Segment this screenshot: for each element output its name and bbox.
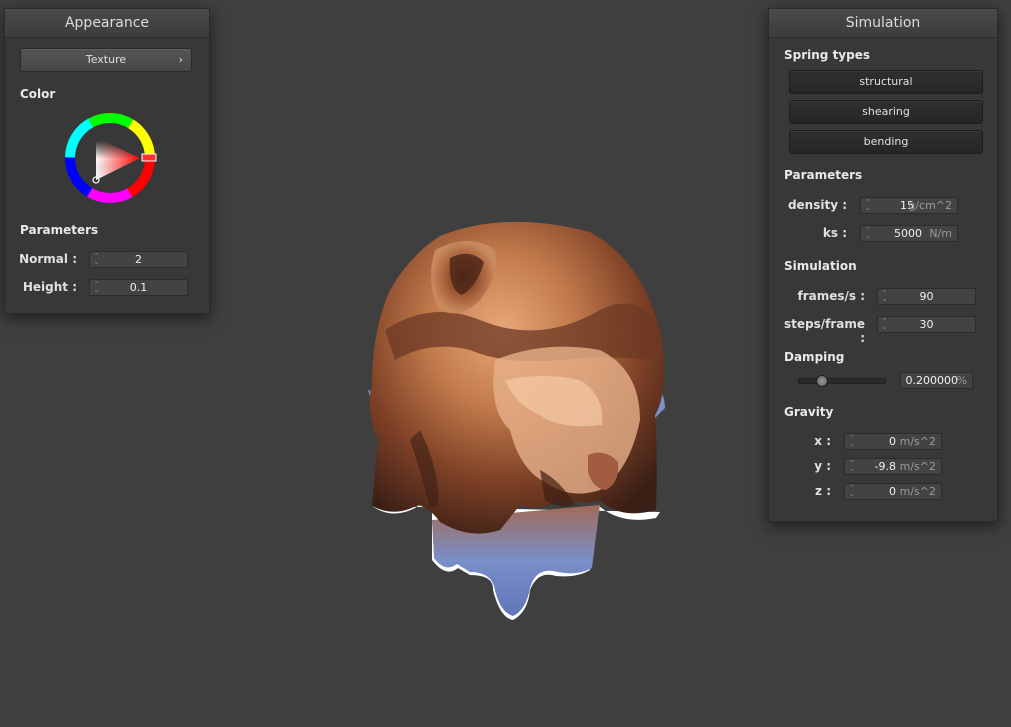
gravity-title: Gravity <box>784 405 834 419</box>
gravity-y-label: y : <box>814 459 831 473</box>
saturation-triangle[interactable] <box>96 138 140 180</box>
shearing-button[interactable]: shearing <box>789 100 983 124</box>
ks-unit: N/m <box>929 227 952 240</box>
damping-title: Damping <box>784 350 845 364</box>
ks-value: 5000 <box>894 227 922 240</box>
spring-types-title: Spring types <box>784 48 871 62</box>
spinner-icon[interactable]: ⌃ ⌄ <box>864 199 871 212</box>
fps-value: 90 <box>919 290 934 303</box>
spinner-icon[interactable]: ⌃ ⌄ <box>848 435 855 448</box>
ks-input[interactable]: ⌃ ⌄ 5000 N/m <box>860 225 958 242</box>
fps-label: frames/s : <box>797 289 865 303</box>
damping-value: 0.200000 <box>905 374 959 387</box>
normal-label: Normal : <box>19 252 77 266</box>
bending-button[interactable]: bending <box>789 130 983 154</box>
damping-slider[interactable] <box>798 378 886 384</box>
texture-dropdown-button[interactable]: Texture › <box>20 48 192 72</box>
gravity-x-label: x : <box>814 434 831 448</box>
appearance-panel: Appearance Texture › Color Parameters No… <box>4 8 210 314</box>
color-wheel[interactable] <box>60 108 160 208</box>
gravity-z-label: z : <box>815 484 831 498</box>
steps-value: 30 <box>919 318 934 331</box>
height-value: 0.1 <box>129 281 148 294</box>
simulation-panel: Simulation Spring types structural shear… <box>768 8 998 522</box>
hue-marker[interactable] <box>141 153 157 162</box>
gravity-y-value: -9.8 <box>874 460 896 473</box>
color-section-title: Color <box>20 87 56 101</box>
normal-input[interactable]: ⌃ ⌄ 2 <box>89 251 188 268</box>
normal-value: 2 <box>135 253 142 266</box>
damping-input[interactable]: 0.200000 % <box>900 372 973 389</box>
ks-label: ks : <box>822 226 847 240</box>
texture-button-label: Texture <box>85 53 127 66</box>
appearance-title[interactable]: Appearance <box>5 9 209 38</box>
gravity-y-unit: m/s^2 <box>899 460 936 473</box>
height-input[interactable]: ⌃ ⌄ 0.1 <box>89 279 188 296</box>
structural-button[interactable]: structural <box>789 70 983 94</box>
simulation-title[interactable]: Simulation <box>769 9 997 38</box>
chevron-right-icon: › <box>178 53 183 66</box>
gravity-x-input[interactable]: ⌃ ⌄ 0 m/s^2 <box>844 433 942 450</box>
appearance-parameters-title: Parameters <box>20 223 99 237</box>
spinner-icon[interactable]: ⌃ ⌄ <box>848 460 855 473</box>
steps-input[interactable]: ⌃ ⌄ 30 <box>877 316 976 333</box>
cloth-mesh <box>368 221 665 620</box>
gravity-z-value: 0 <box>889 485 896 498</box>
simulation-section-title: Simulation <box>784 259 857 273</box>
gravity-y-input[interactable]: ⌃ ⌄ -9.8 m/s^2 <box>844 458 942 475</box>
density-label: density : <box>787 198 847 212</box>
fps-input[interactable]: ⌃ ⌄ 90 <box>877 288 976 305</box>
damping-unit: % <box>956 374 967 387</box>
gravity-x-value: 0 <box>889 435 896 448</box>
gravity-z-unit: m/s^2 <box>899 485 936 498</box>
gravity-z-input[interactable]: ⌃ ⌄ 0 m/s^2 <box>844 483 942 500</box>
simulation-parameters-title: Parameters <box>784 168 863 182</box>
density-input[interactable]: ⌃ ⌄ 15 g/cm^2 <box>860 197 958 214</box>
spinner-icon[interactable]: ⌃ ⌄ <box>848 485 855 498</box>
steps-label: steps/frame : <box>783 317 865 345</box>
gravity-x-unit: m/s^2 <box>899 435 936 448</box>
spinner-icon[interactable]: ⌃ ⌄ <box>864 227 871 240</box>
density-unit: g/cm^2 <box>908 199 952 212</box>
damping-slider-knob[interactable] <box>816 375 829 387</box>
height-label: Height : <box>22 280 77 294</box>
